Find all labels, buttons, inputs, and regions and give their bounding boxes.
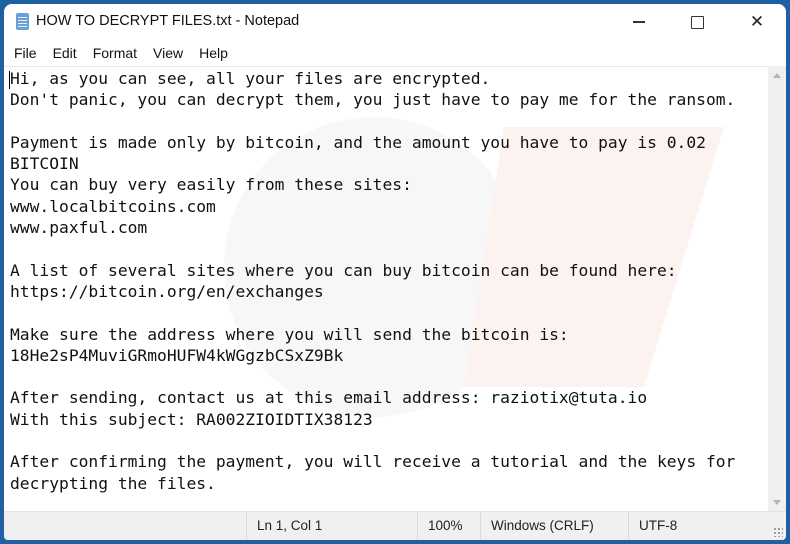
maximize-icon <box>690 15 704 29</box>
cursor-position: Ln 1, Col 1 <box>246 512 417 540</box>
scroll-down-icon[interactable] <box>773 500 781 505</box>
title-bar[interactable]: HOW TO DECRYPT FILES.txt - Notepad ✕ <box>4 4 786 40</box>
zoom-level: 100% <box>417 512 480 540</box>
encoding: UTF-8 <box>628 512 759 540</box>
text-editor[interactable]: Hi, as you can see, all your files are e… <box>4 66 768 512</box>
line-ending: Windows (CRLF) <box>480 512 621 540</box>
status-bar: Ln 1, Col 1 100% Windows (CRLF) UTF-8 <box>4 511 786 540</box>
scroll-up-icon[interactable] <box>773 73 781 78</box>
close-button[interactable]: ✕ <box>734 4 780 40</box>
resize-grip-icon[interactable] <box>773 527 783 537</box>
document-text[interactable]: Hi, as you can see, all your files are e… <box>10 68 735 494</box>
menu-file[interactable]: File <box>7 45 44 61</box>
close-icon: ✕ <box>749 12 765 32</box>
menu-bar: File Edit Format View Help <box>4 40 786 66</box>
window-title: HOW TO DECRYPT FILES.txt - Notepad <box>36 13 300 29</box>
menu-edit[interactable]: Edit <box>46 45 84 61</box>
notepad-icon <box>16 13 29 30</box>
menu-view[interactable]: View <box>146 45 190 61</box>
menu-format[interactable]: Format <box>86 45 144 61</box>
maximize-button[interactable] <box>674 4 720 40</box>
menu-help[interactable]: Help <box>192 45 235 61</box>
notepad-window: HOW TO DECRYPT FILES.txt - Notepad ✕ Fil… <box>4 4 786 540</box>
vertical-scrollbar[interactable] <box>768 66 786 512</box>
minimize-icon <box>633 21 645 23</box>
minimize-button[interactable] <box>616 4 662 40</box>
